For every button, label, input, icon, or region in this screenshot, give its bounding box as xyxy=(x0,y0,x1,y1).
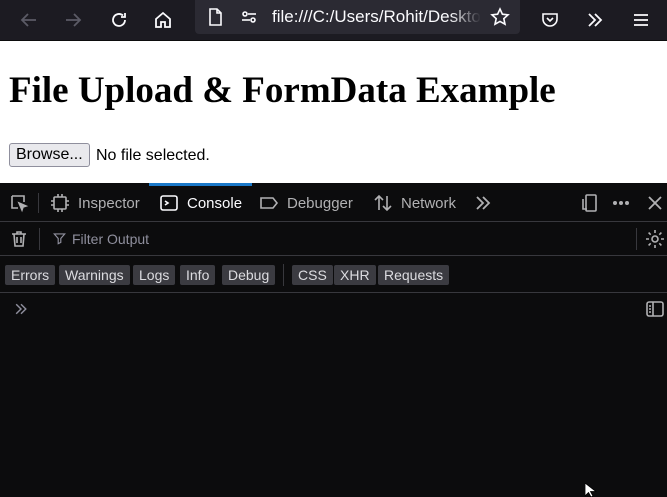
console-icon xyxy=(160,195,178,211)
console-filter-bar xyxy=(0,222,667,256)
inspector-icon xyxy=(51,194,69,212)
tab-console[interactable]: Console xyxy=(148,183,253,221)
filter-info-button[interactable]: Info xyxy=(180,265,216,285)
ellipsis-icon xyxy=(613,201,629,205)
app-menu-button[interactable] xyxy=(625,4,657,36)
permissions-icon xyxy=(242,11,256,23)
file-icon xyxy=(209,8,222,26)
chevron-double-right-icon xyxy=(588,13,603,27)
reload-button[interactable] xyxy=(103,4,135,36)
url-bar[interactable]: file:///C:/Users/Rohit/Desktop/ xyxy=(195,0,520,34)
tab-label: Console xyxy=(187,194,243,212)
more-tools-button[interactable] xyxy=(467,187,499,219)
separator xyxy=(283,264,284,286)
tab-label: Debugger xyxy=(287,194,353,212)
page-info-button[interactable] xyxy=(199,1,231,33)
devtools-options-button[interactable] xyxy=(605,187,637,219)
tab-network[interactable]: Network xyxy=(373,185,456,221)
filter-debug-button[interactable]: Debug xyxy=(222,265,276,285)
console-prompt-icon xyxy=(15,303,27,315)
hamburger-icon xyxy=(634,14,648,26)
gear-icon xyxy=(646,230,664,248)
trash-icon xyxy=(12,231,26,247)
tab-debugger[interactable]: Debugger xyxy=(259,185,353,221)
mouse-cursor-icon xyxy=(585,483,597,497)
filter-logs-button[interactable]: Logs xyxy=(133,265,176,285)
responsive-design-button[interactable] xyxy=(573,187,605,219)
separator xyxy=(39,228,40,250)
element-picker-button[interactable] xyxy=(3,187,35,219)
filter-errors-button[interactable]: Errors xyxy=(5,265,56,285)
permissions-button[interactable] xyxy=(233,1,265,33)
responsive-design-icon xyxy=(582,194,597,212)
reload-icon xyxy=(112,13,126,27)
toggle-sidebar-button[interactable] xyxy=(639,293,667,325)
filter-css-button[interactable]: CSS xyxy=(292,265,333,285)
home-icon xyxy=(155,11,171,28)
devtools-tab-bar: Inspector Console Debugger Network xyxy=(0,183,667,222)
filter-requests-button[interactable]: Requests xyxy=(378,265,450,285)
clear-console-button[interactable] xyxy=(3,223,35,255)
close-devtools-button[interactable] xyxy=(639,187,667,219)
bookmark-button[interactable] xyxy=(484,1,516,33)
separator xyxy=(636,228,637,250)
browser-toolbar: file:///C:/Users/Rohit/Desktop/ xyxy=(0,0,667,41)
arrow-right-icon xyxy=(66,13,82,27)
star-icon xyxy=(490,7,510,26)
chevron-double-right-icon xyxy=(476,196,491,210)
page-heading: File Upload & FormData Example xyxy=(9,70,556,111)
debugger-icon xyxy=(260,197,279,209)
filter-warnings-button[interactable]: Warnings xyxy=(59,265,130,285)
file-status-text: No file selected. xyxy=(96,147,210,164)
home-button[interactable] xyxy=(147,4,179,36)
console-filter-chips: Errors Warnings Logs Info Debug CSS XHR … xyxy=(0,256,667,293)
forward-button[interactable] xyxy=(57,4,89,36)
tab-inspector[interactable]: Inspector xyxy=(50,185,140,221)
console-output[interactable] xyxy=(0,293,667,494)
arrow-left-icon xyxy=(20,13,36,27)
separator xyxy=(38,193,39,213)
tab-label: Inspector xyxy=(78,194,140,212)
filter-output-input[interactable] xyxy=(52,229,632,249)
page-content: File Upload & FormData Example Browse...… xyxy=(0,41,667,183)
back-button[interactable] xyxy=(13,4,45,36)
url-text[interactable]: file:///C:/Users/Rohit/Desktop/ xyxy=(272,7,481,27)
tab-label: Network xyxy=(401,194,457,212)
network-icon xyxy=(374,194,392,212)
sidebar-icon xyxy=(646,301,664,317)
element-picker-icon xyxy=(11,195,29,213)
filter-xhr-button[interactable]: XHR xyxy=(334,265,376,285)
pocket-icon xyxy=(542,13,558,27)
console-settings-button[interactable] xyxy=(639,223,667,255)
close-icon xyxy=(648,196,662,210)
overflow-menu-button[interactable] xyxy=(579,4,611,36)
pocket-button[interactable] xyxy=(534,4,566,36)
browse-button[interactable]: Browse... xyxy=(9,143,90,167)
